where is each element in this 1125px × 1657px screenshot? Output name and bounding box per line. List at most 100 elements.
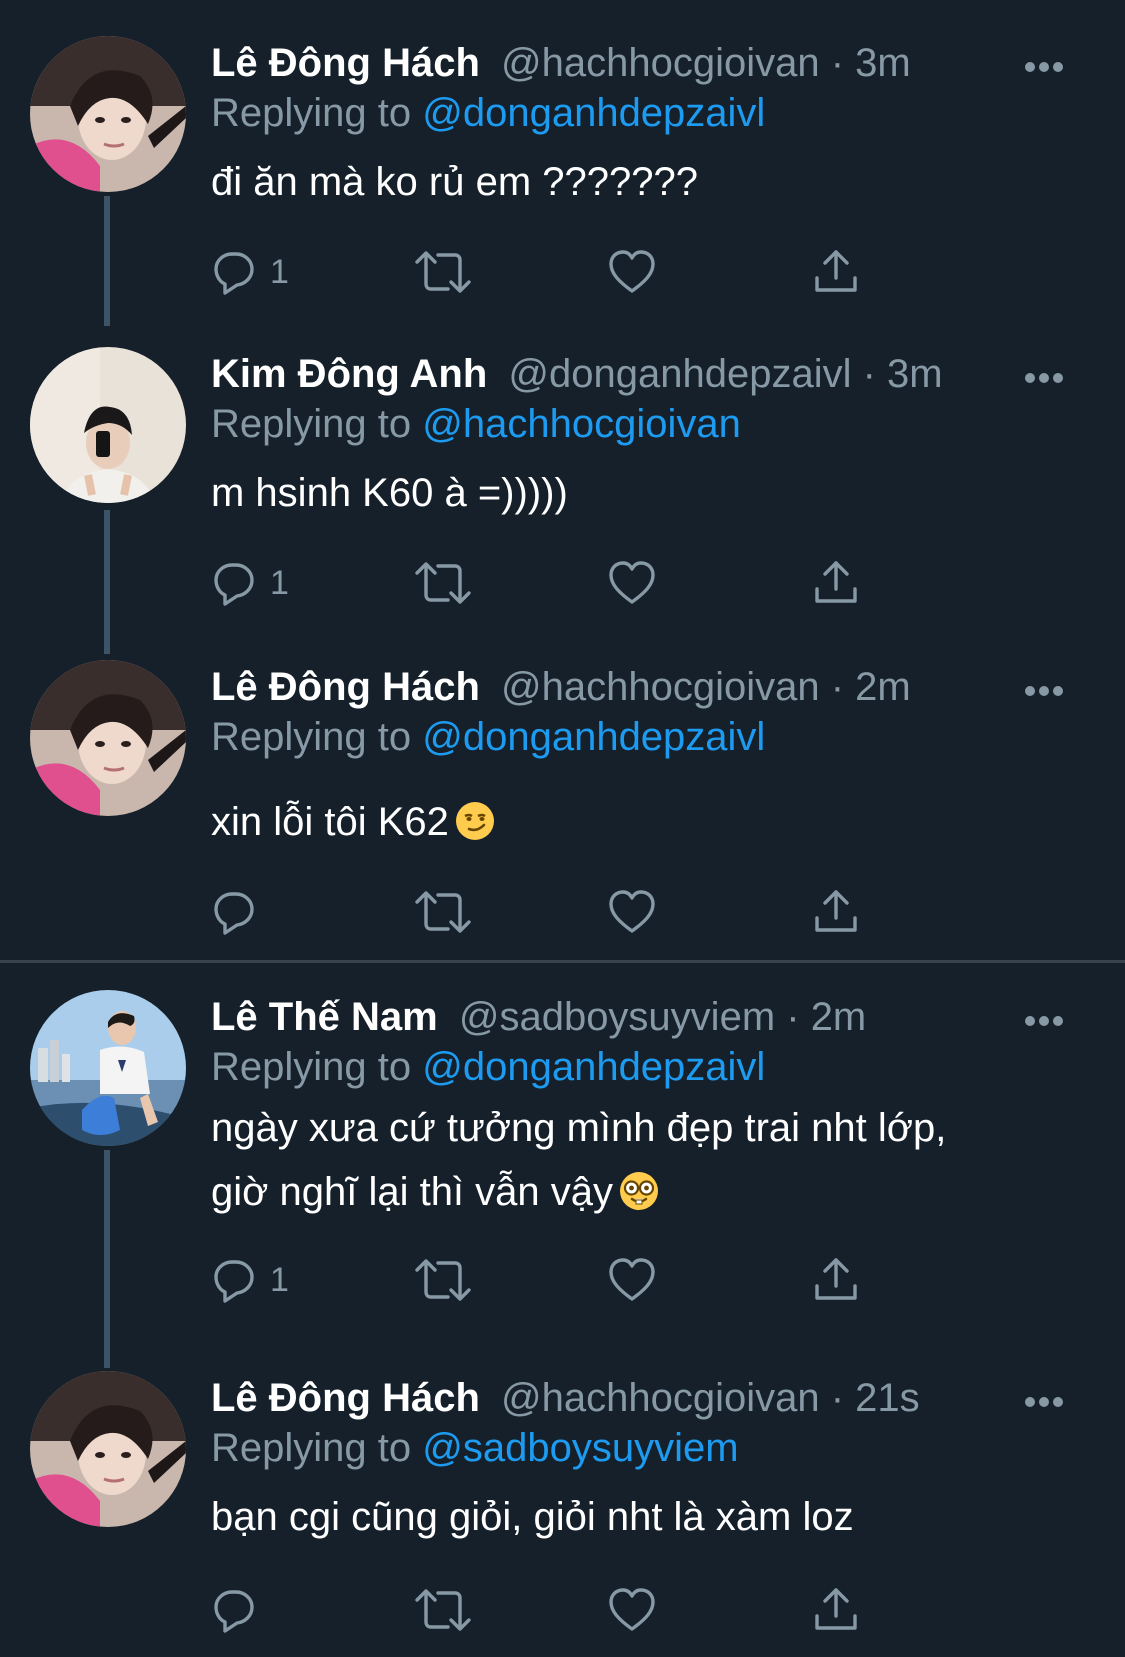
like-button[interactable] bbox=[608, 884, 656, 940]
mention-link[interactable]: @sadboysuyviem bbox=[422, 1426, 738, 1470]
boy-pink-hoodie-avatar bbox=[30, 1371, 186, 1527]
retweet-button[interactable] bbox=[414, 1252, 472, 1308]
timestamp[interactable]: 2m bbox=[811, 995, 867, 1039]
tweet-header: Lê Đông Hách @hachhocgioivan · 21s bbox=[211, 1373, 920, 1423]
reply-button[interactable]: 1 bbox=[210, 1252, 289, 1308]
mention-link[interactable]: @donganhdepzaivl bbox=[422, 91, 765, 135]
like-button[interactable] bbox=[608, 244, 656, 300]
separator-dot: · bbox=[775, 995, 811, 1039]
heart-icon bbox=[609, 561, 655, 604]
mention-link[interactable]: @hachhocgioivan bbox=[422, 402, 741, 446]
reply-bubble-icon bbox=[214, 1260, 254, 1303]
reply-count: 1 bbox=[270, 252, 289, 291]
tweet[interactable]: Lê Đông Hách @hachhocgioivan · 2m Replyi… bbox=[0, 660, 1125, 960]
more-horizontal-icon bbox=[1025, 373, 1063, 383]
user-handle[interactable]: @hachhocgioivan bbox=[501, 41, 820, 85]
retweet-button[interactable] bbox=[414, 1582, 472, 1638]
reply-count: 1 bbox=[270, 1260, 289, 1299]
user-handle[interactable]: @donganhdepzaivl bbox=[508, 352, 851, 396]
timestamp[interactable]: 3m bbox=[887, 352, 943, 396]
retweet-icon bbox=[415, 1259, 471, 1301]
tweet-actions bbox=[210, 884, 930, 940]
share-icon bbox=[815, 561, 857, 603]
reply-button[interactable] bbox=[210, 884, 270, 940]
boy-pink-hoodie-avatar bbox=[30, 36, 186, 192]
avatar[interactable] bbox=[30, 990, 186, 1146]
retweet-button[interactable] bbox=[414, 244, 472, 300]
replying-to-line: Replying to @donganhdepzaivl bbox=[211, 712, 765, 762]
more-horizontal-icon bbox=[1025, 62, 1063, 72]
share-button[interactable] bbox=[812, 1582, 860, 1638]
timestamp[interactable]: 21s bbox=[855, 1376, 920, 1420]
thread-screen: { "theme": { "background": "#15202b", "n… bbox=[0, 0, 1125, 1657]
more-button[interactable] bbox=[1024, 684, 1064, 696]
tweet-header: Kim Đông Anh @donganhdepzaivl · 3m bbox=[211, 349, 943, 399]
reply-count: 1 bbox=[270, 563, 289, 602]
replying-to-line: Replying to @donganhdepzaivl bbox=[211, 1042, 765, 1092]
tweet[interactable]: Kim Đông Anh @donganhdepzaivl · 3m Reply… bbox=[0, 347, 1125, 647]
replying-to-label: Replying to bbox=[211, 715, 423, 759]
share-icon bbox=[815, 1588, 857, 1630]
display-name[interactable]: Lê Đông Hách bbox=[211, 1376, 480, 1420]
avatar[interactable] bbox=[30, 36, 186, 192]
tweet-actions: 1 bbox=[210, 555, 930, 611]
tweet[interactable]: Lê Đông Hách @hachhocgioivan · 21s Reply… bbox=[0, 1371, 1125, 1657]
more-button[interactable] bbox=[1024, 371, 1064, 383]
nerd-emoji-icon bbox=[619, 1166, 659, 1210]
like-button[interactable] bbox=[608, 1252, 656, 1308]
tweet-text-line-wrap: giờ nghĩ lại thì vẫn vậy bbox=[211, 1160, 1091, 1224]
tweet-text: đi ăn mà ko rủ em ??????? bbox=[211, 150, 1091, 214]
share-button[interactable] bbox=[812, 555, 860, 611]
retweet-button[interactable] bbox=[414, 884, 472, 940]
tweet-header: Lê Đông Hách @hachhocgioivan · 2m bbox=[211, 662, 911, 712]
user-handle[interactable]: @hachhocgioivan bbox=[501, 665, 820, 709]
retweet-icon bbox=[415, 891, 471, 933]
tweet-text-line: m hsinh K60 à =))))) bbox=[211, 471, 568, 515]
reply-button[interactable] bbox=[210, 1582, 270, 1638]
share-button[interactable] bbox=[812, 884, 860, 940]
replying-to-label: Replying to bbox=[211, 402, 423, 446]
replying-to-line: Replying to @donganhdepzaivl bbox=[211, 88, 765, 138]
user-handle[interactable]: @sadboysuyviem bbox=[459, 995, 775, 1039]
tweet[interactable]: Lê Đông Hách @hachhocgioivan · 3m Replyi… bbox=[0, 36, 1125, 336]
more-button[interactable] bbox=[1024, 60, 1064, 72]
avatar[interactable] bbox=[30, 1371, 186, 1527]
share-icon bbox=[815, 890, 857, 932]
more-button[interactable] bbox=[1024, 1014, 1064, 1026]
mention-link[interactable]: @donganhdepzaivl bbox=[422, 1045, 765, 1089]
tweet-text: bạn cgi cũng giỏi, giỏi nht là xàm loz bbox=[211, 1485, 1091, 1549]
display-name[interactable]: Lê Thế Nam bbox=[211, 995, 438, 1039]
share-icon bbox=[815, 1258, 857, 1300]
more-horizontal-icon bbox=[1025, 1016, 1063, 1026]
share-button[interactable] bbox=[812, 244, 860, 300]
avatar[interactable] bbox=[30, 660, 186, 816]
like-button[interactable] bbox=[608, 1582, 656, 1638]
display-name[interactable]: Kim Đông Anh bbox=[211, 352, 487, 396]
user-handle[interactable]: @hachhocgioivan bbox=[501, 1376, 820, 1420]
heart-icon bbox=[609, 1588, 655, 1631]
mention-link[interactable]: @donganhdepzaivl bbox=[422, 715, 765, 759]
replying-to-label: Replying to bbox=[211, 1045, 423, 1089]
mirror-selfie-avatar bbox=[30, 347, 186, 503]
display-name[interactable]: Lê Đông Hách bbox=[211, 665, 480, 709]
tweet-text: xin lỗi tôi K62 bbox=[211, 790, 1091, 854]
reply-button[interactable]: 1 bbox=[210, 555, 289, 611]
boy-pink-hoodie-avatar bbox=[30, 660, 186, 816]
share-button[interactable] bbox=[812, 1252, 860, 1308]
retweet-button[interactable] bbox=[414, 555, 472, 611]
timestamp[interactable]: 2m bbox=[855, 665, 911, 709]
tweet-text: m hsinh K60 à =))))) bbox=[211, 461, 1091, 525]
replying-to-label: Replying to bbox=[211, 91, 423, 135]
display-name[interactable]: Lê Đông Hách bbox=[211, 41, 480, 85]
reply-button[interactable]: 1 bbox=[210, 244, 289, 300]
more-button[interactable] bbox=[1024, 1395, 1064, 1407]
reply-bubble-icon bbox=[214, 1590, 254, 1633]
tweet[interactable]: Lê Thế Nam @sadboysuyviem · 2m Replying … bbox=[0, 990, 1125, 1350]
timestamp[interactable]: 3m bbox=[855, 41, 911, 85]
avatar[interactable] bbox=[30, 347, 186, 503]
heart-icon bbox=[609, 890, 655, 933]
tweet-actions: 1 bbox=[210, 244, 930, 300]
like-button[interactable] bbox=[608, 555, 656, 611]
separator-dot: · bbox=[819, 665, 856, 709]
separator-dot: · bbox=[819, 1376, 856, 1420]
